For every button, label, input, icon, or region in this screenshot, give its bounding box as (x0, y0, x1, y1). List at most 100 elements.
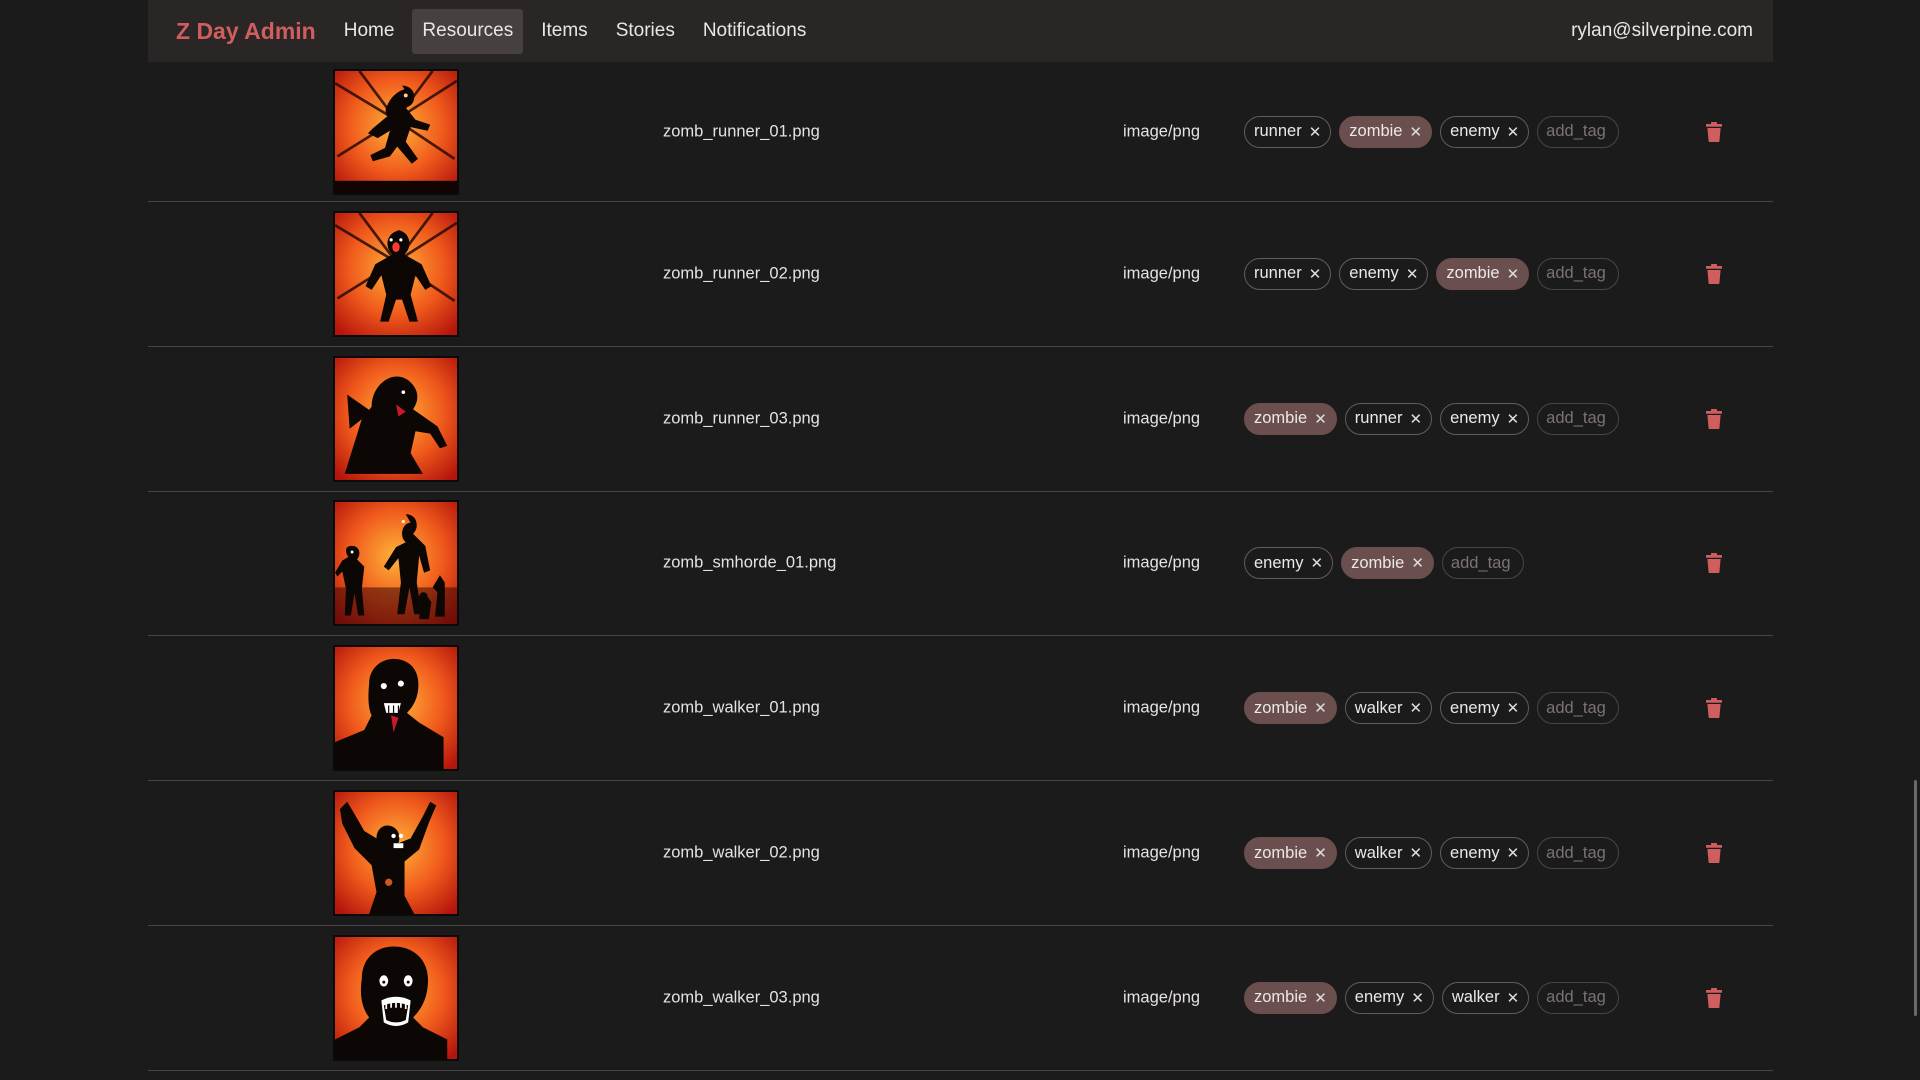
resource-row: zomb_smhorde_01.png image/png enemy ✕ zombie… (148, 492, 1773, 637)
add-tag-input[interactable] (1537, 837, 1620, 870)
resource-thumbnail[interactable] (333, 210, 459, 337)
remove-tag-icon[interactable]: ✕ (1314, 844, 1327, 862)
user-email[interactable]: rylan@silverpine.com (1571, 20, 1753, 42)
resource-filename: zomb_walker_03.png (663, 988, 820, 1007)
nav-items[interactable]: Items (531, 9, 597, 54)
resource-filename: zomb_walker_01.png (663, 698, 820, 717)
remove-tag-icon[interactable]: ✕ (1507, 265, 1520, 283)
tag-chip: runner ✕ (1244, 257, 1332, 290)
tag-label: runner (1254, 264, 1302, 283)
trash-icon[interactable] (1706, 263, 1722, 284)
add-tag-input[interactable] (1537, 257, 1620, 290)
tag-label: enemy (1450, 409, 1500, 428)
brand-logo[interactable]: Z Day Admin (176, 18, 316, 45)
resource-mime-type: image/png (1123, 122, 1201, 140)
remove-tag-icon[interactable]: ✕ (1314, 989, 1327, 1007)
remove-tag-icon[interactable]: ✕ (1314, 410, 1327, 428)
tag-chip: enemy ✕ (1339, 257, 1429, 290)
resource-filename: zomb_runner_03.png (663, 409, 820, 428)
remove-tag-icon[interactable]: ✕ (1507, 123, 1520, 141)
remove-tag-icon[interactable]: ✕ (1507, 410, 1520, 428)
resource-thumbnail[interactable] (333, 500, 459, 627)
tag-label: zombie (1254, 843, 1308, 862)
tag-list: zombie ✕ runner ✕ enemy ✕ (1244, 402, 1620, 435)
tag-chip: runner ✕ (1244, 115, 1332, 148)
resource-filename: zomb_smhorde_01.png (663, 553, 837, 572)
tag-label: walker (1451, 988, 1500, 1007)
trash-icon[interactable] (1706, 121, 1722, 142)
remove-tag-icon[interactable]: ✕ (1311, 554, 1324, 572)
add-tag-input[interactable] (1441, 547, 1524, 580)
resource-mime-type: image/png (1123, 264, 1201, 283)
tag-chip: zombie ✕ (1244, 692, 1337, 725)
remove-tag-icon[interactable]: ✕ (1314, 699, 1327, 717)
remove-tag-icon[interactable]: ✕ (1409, 844, 1422, 862)
tag-list: runner ✕ zombie ✕ enemy ✕ (1244, 115, 1620, 148)
tag-chip: enemy ✕ (1440, 115, 1530, 148)
tag-chip: walker ✕ (1441, 981, 1530, 1014)
resource-mime-type: image/png (1123, 553, 1201, 572)
remove-tag-icon[interactable]: ✕ (1309, 123, 1322, 141)
tag-chip: enemy ✕ (1244, 547, 1334, 580)
nav-notifications[interactable]: Notifications (693, 9, 817, 54)
tag-chip: walker ✕ (1344, 692, 1433, 725)
nav-resources[interactable]: Resources (412, 8, 524, 54)
tag-label: enemy (1450, 843, 1500, 862)
resource-mime-type: image/png (1123, 409, 1201, 428)
resource-row: zomb_runner_03.png image/png zombie ✕ runner… (148, 347, 1773, 492)
tag-label: zombie (1254, 698, 1308, 717)
resource-row: zomb_runner_01.png image/png runner ✕ zombie… (148, 62, 1773, 202)
tag-chip: walker ✕ (1344, 837, 1433, 870)
resource-thumbnail[interactable] (333, 790, 459, 917)
tag-chip: zombie ✕ (1244, 981, 1337, 1014)
resource-thumbnail[interactable] (333, 645, 459, 772)
resource-mime-type: image/png (1123, 698, 1201, 717)
remove-tag-icon[interactable]: ✕ (1409, 123, 1422, 141)
resource-row: zomb_runner_02.png image/png runner ✕ enemy ✕… (148, 202, 1773, 347)
tag-label: enemy (1254, 553, 1304, 572)
trash-icon[interactable] (1706, 408, 1722, 429)
tag-label: zombie (1349, 122, 1403, 140)
add-tag-input[interactable] (1537, 692, 1620, 725)
resource-mime-type: image/png (1123, 843, 1201, 862)
trash-icon[interactable] (1706, 698, 1722, 719)
add-tag-input[interactable] (1537, 115, 1620, 148)
resource-list: zomb_runner_01.png image/png runner ✕ zombie… (148, 62, 1773, 1071)
remove-tag-icon[interactable]: ✕ (1409, 699, 1422, 717)
add-tag-input[interactable] (1537, 981, 1620, 1014)
nav-stories[interactable]: Stories (606, 9, 685, 54)
tag-list: zombie ✕ walker ✕ enemy ✕ (1244, 692, 1620, 725)
trash-icon[interactable] (1706, 987, 1722, 1008)
scrollbar-thumb[interactable] (1914, 780, 1917, 1016)
resource-thumbnail[interactable] (333, 68, 459, 195)
remove-tag-icon[interactable]: ✕ (1507, 699, 1520, 717)
remove-tag-icon[interactable]: ✕ (1411, 989, 1424, 1007)
resource-thumbnail[interactable] (333, 934, 459, 1061)
tag-chip: zombie ✕ (1341, 547, 1434, 580)
tag-label: walker (1354, 698, 1403, 717)
nav-home[interactable]: Home (334, 9, 405, 54)
tag-chip: zombie ✕ (1339, 115, 1433, 148)
tag-chip: zombie ✕ (1244, 402, 1337, 435)
resource-filename: zomb_runner_02.png (663, 264, 820, 283)
add-tag-input[interactable] (1537, 402, 1620, 435)
remove-tag-icon[interactable]: ✕ (1411, 554, 1424, 572)
remove-tag-icon[interactable]: ✕ (1507, 844, 1520, 862)
remove-tag-icon[interactable]: ✕ (1507, 989, 1520, 1007)
resource-thumbnail[interactable] (333, 355, 459, 482)
remove-tag-icon[interactable]: ✕ (1406, 265, 1419, 283)
tag-label: runner (1254, 122, 1302, 140)
tag-chip: runner ✕ (1344, 402, 1433, 435)
top-navbar: Z Day Admin Home Resources Items Stories… (148, 0, 1773, 62)
tag-chip: enemy ✕ (1440, 692, 1530, 725)
tag-label: enemy (1354, 988, 1405, 1007)
tag-label: walker (1354, 843, 1403, 862)
remove-tag-icon[interactable]: ✕ (1309, 265, 1322, 283)
resource-mime-type: image/png (1123, 988, 1201, 1007)
tag-chip: enemy ✕ (1344, 981, 1434, 1014)
remove-tag-icon[interactable]: ✕ (1409, 410, 1422, 428)
resource-filename: zomb_walker_02.png (663, 843, 820, 862)
trash-icon[interactable] (1706, 843, 1722, 864)
resource-row: zomb_walker_01.png image/png zombie ✕ walker… (148, 636, 1773, 782)
trash-icon[interactable] (1706, 553, 1722, 574)
